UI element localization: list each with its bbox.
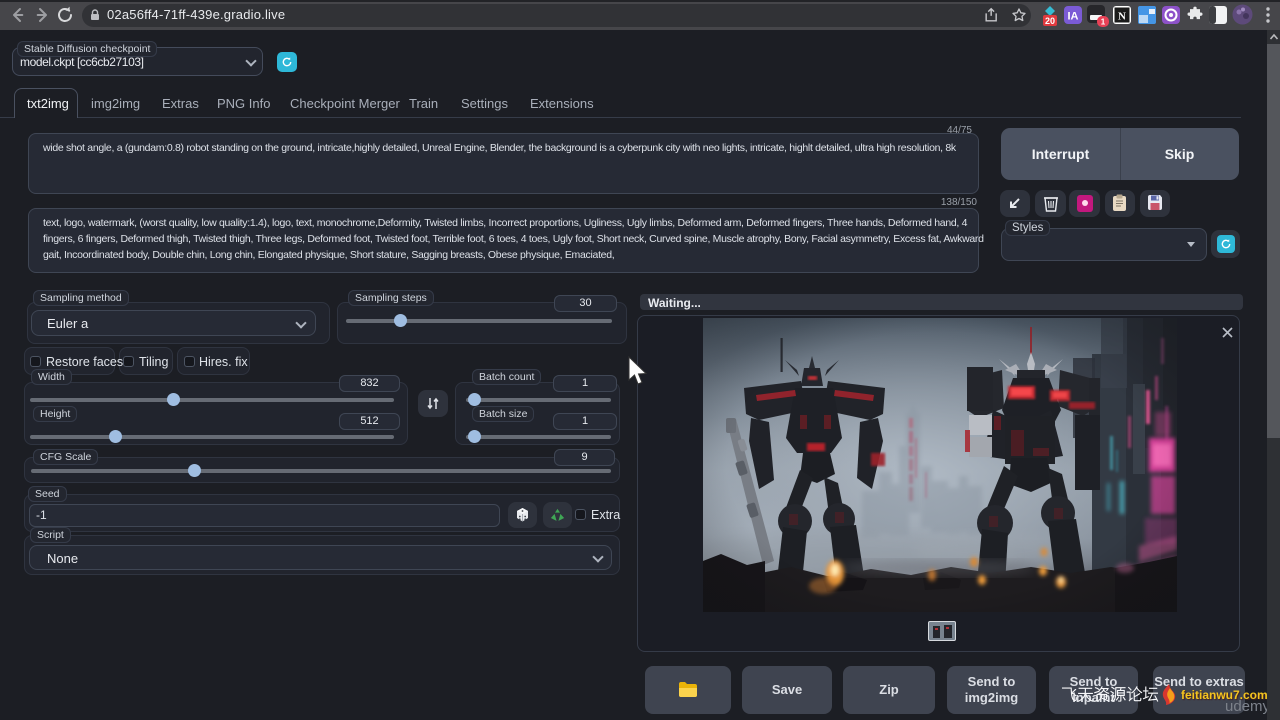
svg-text:20: 20 xyxy=(1045,16,1055,26)
svg-text:IA: IA xyxy=(1068,11,1079,23)
svg-text:1: 1 xyxy=(1101,18,1106,27)
svg-text:N: N xyxy=(1118,11,1126,23)
